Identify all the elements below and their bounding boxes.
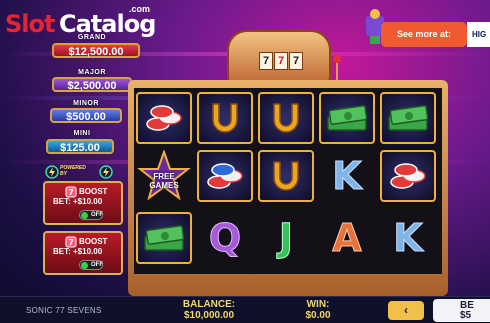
logo-part1: Slot [5, 10, 55, 38]
top-reel-2: 7 [274, 52, 288, 70]
jackpot-mini-label: MINI [73, 130, 91, 137]
letter-q: Q [208, 216, 242, 261]
bottom-bar: SONIC 77 SEVENS BALANCE: $10,000.00 WIN:… [0, 296, 490, 323]
jackpot-major-value: $2,500.00 [52, 77, 132, 92]
boost-bet: BET: +$10.00 [53, 247, 103, 256]
balance-value: $10,000.00 [183, 310, 235, 321]
see-more-banner[interactable]: See more at: [381, 22, 467, 47]
powered-line2: BY [60, 171, 67, 177]
casino-chips-icon [390, 163, 426, 189]
cash-stack-icon [388, 105, 429, 131]
symbol-chips [380, 150, 436, 202]
casino-chips-icon [146, 105, 182, 131]
letter-k: K [393, 216, 423, 261]
horseshoe-icon [212, 103, 238, 133]
letter-a: A [332, 216, 362, 261]
symbol-horseshoe [258, 150, 314, 202]
boost-bet: BET: +$10.00 [53, 197, 103, 206]
symbol-chips [197, 150, 253, 202]
partner-badge[interactable]: HIG [467, 22, 490, 47]
balance-label: BALANCE: [182, 299, 236, 310]
jackpot-minor-label: MINOR [73, 100, 99, 107]
logo-suffix: .com [129, 4, 151, 14]
reel-grid: FREE GAMES K Q J A K [134, 88, 442, 274]
boost-panel-1[interactable]: 7 BOOST BET: +$10.00 OFF [43, 181, 123, 225]
symbol-k: K [319, 150, 375, 202]
letter-j: J [278, 216, 294, 261]
jackpot-minor-value: $500.00 [50, 108, 122, 123]
symbol-k: K [380, 212, 436, 264]
cash-stack-icon [144, 225, 185, 251]
machine-top-cabinet: 7 7 7 [227, 30, 331, 82]
bet-decrease-button[interactable]: ‹ [388, 301, 424, 320]
casino-chips-icon [207, 163, 243, 189]
powered-by-text: POWERED BY [60, 165, 86, 177]
boost-title: BOOST [79, 187, 108, 196]
top-reel-3: 7 [289, 52, 303, 70]
jackpot-grand-label: GRAND [77, 34, 107, 41]
bet-button[interactable]: BE $5 [433, 299, 490, 322]
boost-toggle[interactable]: OFF [79, 210, 103, 220]
boost-panel-2[interactable]: 7 BOOST BET: +$10.00 OFF [43, 231, 123, 275]
game-name: SONIC 77 SEVENS [26, 306, 102, 315]
symbol-horseshoe [197, 92, 253, 144]
jackpot-mini-value: $125.00 [46, 139, 114, 154]
top-reel-1: 7 [259, 52, 273, 70]
toggle-label: OFF [91, 262, 103, 268]
lever-icon [333, 55, 341, 80]
free-games-label: FREE GAMES [136, 172, 192, 190]
toggle-knob [81, 262, 88, 269]
cash-stack-icon [327, 105, 368, 131]
symbol-cash [319, 92, 375, 144]
boost-title: BOOST [79, 237, 108, 246]
horseshoe-icon [273, 103, 299, 133]
symbol-cash [136, 212, 192, 264]
letter-k: K [332, 154, 362, 199]
bet-value: $5 [460, 310, 472, 321]
win-label: WIN: [306, 299, 330, 310]
jackpot-grand-value: $12,500.00 [52, 43, 140, 58]
game-stage: Slot Catalog .com GRAND $12,500.00 MAJOR… [0, 0, 490, 296]
symbol-chips [136, 92, 192, 144]
boost-toggle[interactable]: OFF [79, 260, 103, 270]
symbol-cash [380, 92, 436, 144]
symbol-horseshoe [258, 92, 314, 144]
win-value: $0.00 [305, 310, 331, 321]
symbol-free-games: FREE GAMES [136, 150, 192, 202]
svg-text:7: 7 [68, 188, 74, 197]
symbol-j: J [258, 212, 314, 264]
free-games-line1: FREE [153, 172, 175, 181]
toggle-label: OFF [91, 212, 103, 218]
free-games-line2: GAMES [149, 181, 179, 190]
horseshoe-icon [273, 161, 299, 191]
symbol-a: A [319, 212, 375, 264]
jackpot-major-label: MAJOR [78, 69, 106, 76]
svg-text:7: 7 [68, 238, 74, 247]
symbol-q: Q [197, 212, 253, 264]
powered-by-badge: POWERED BY [44, 164, 122, 180]
toggle-knob [81, 212, 88, 219]
